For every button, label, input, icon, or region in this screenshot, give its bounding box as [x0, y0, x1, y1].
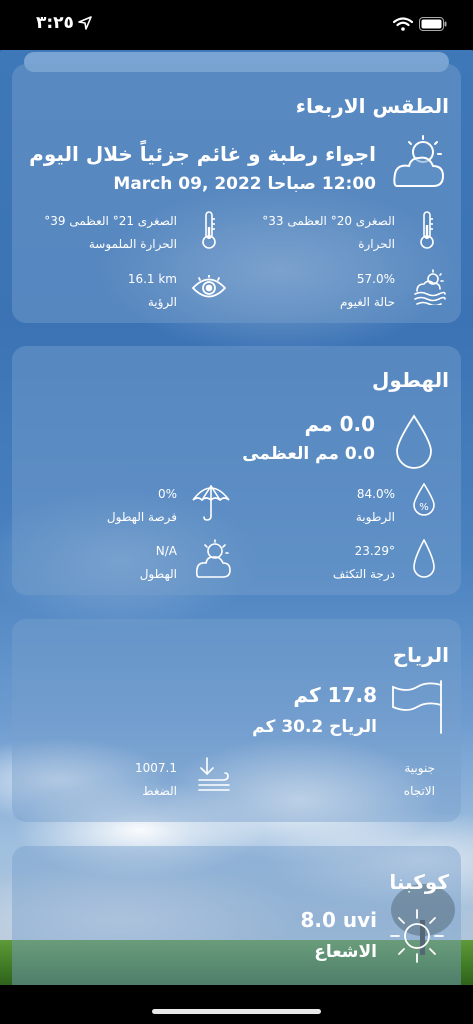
eye-icon — [191, 275, 227, 301]
card-title: الرياح — [392, 643, 449, 667]
planet-card[interactable]: كوكبنا 8.0 uvi الاشعاع — [12, 846, 461, 985]
wifi-icon — [392, 16, 414, 31]
precipitation-value: N/A — [155, 544, 177, 558]
cloud-cover-value: 57.0% — [356, 272, 395, 286]
sun-uv-icon — [387, 906, 447, 966]
weather-condition: اجواء رطبة و غائم جزئياً خلال اليوم — [29, 142, 376, 166]
pressure-value: 1007.1 — [135, 761, 177, 775]
feels-like-label: الحرارة الملموسة — [88, 237, 177, 251]
feels-like-thermometer-icon — [201, 211, 217, 249]
wind-direction-label: الاتجاه — [403, 784, 435, 798]
umbrella-icon — [191, 482, 231, 522]
sky-background: الطقس الاربعاء اجواء رطبة و غائم جزئياً … — [0, 40, 473, 985]
humidity-drop-icon: % — [413, 483, 435, 517]
card-title: كوكبنا — [389, 870, 449, 894]
partly-cloudy-icon — [387, 134, 447, 192]
uv-index-value: 8.0 uvi — [300, 908, 377, 932]
date-time: 12:00 صباحا March 09, 2022 — [113, 174, 376, 194]
pressure-gauge-icon — [197, 756, 231, 794]
feels-like-range: الصغرى 21° العظمى 39° — [44, 214, 177, 228]
location-arrow-icon — [78, 15, 92, 30]
rain-chance-value: 0% — [157, 487, 177, 501]
battery-icon — [419, 16, 447, 31]
wind-card[interactable]: الرياح 17.8 كم الرياح 30.2 كم جنوبية الا… — [12, 619, 461, 822]
raindrop-icon — [395, 414, 433, 470]
card-title: الطقس الاربعاء — [295, 94, 449, 118]
temperature-range: الصغرى 20° العظمى 33° — [262, 214, 395, 228]
wind-speed: 17.8 كم — [293, 683, 377, 707]
svg-text:%: % — [419, 502, 429, 513]
thermometer-icon — [419, 211, 435, 249]
visibility-label: الرؤية — [147, 295, 177, 309]
windsock-flag-icon — [389, 679, 447, 735]
dew-point-value: 23.29° — [354, 544, 395, 558]
status-bar: ٣:٢٥ — [0, 0, 473, 50]
cloud-fog-icon — [411, 269, 447, 305]
home-indicator[interactable] — [152, 1009, 321, 1014]
humidity-label: الرطوبة — [355, 510, 395, 524]
rain-chance-label: فرصة الهطول — [106, 510, 177, 524]
temperature-label: الحرارة — [358, 237, 395, 251]
precipitation-label: الهطول — [139, 567, 177, 581]
card-title: الهطول — [372, 368, 449, 392]
dew-point-drop-icon — [413, 539, 435, 579]
precipitation-amount: 0.0 مم — [304, 412, 375, 436]
humidity-value: 84.0% — [356, 487, 395, 501]
visibility-value: 16.1 km — [127, 272, 177, 286]
uv-index-label: الاشعاع — [314, 942, 377, 962]
cloud-cover-label: حالة الغيوم — [339, 295, 395, 309]
status-time: ٣:٢٥ — [36, 13, 74, 33]
wind-gust: الرياح 30.2 كم — [252, 717, 377, 737]
wind-direction-value: جنوبية — [404, 761, 435, 775]
precipitation-card[interactable]: الهطول 0.0 مم 0.0 مم العظمى % 84.0% الرط… — [12, 346, 461, 595]
current-weather-card[interactable]: الطقس الاربعاء اجواء رطبة و غائم جزئياً … — [12, 64, 461, 323]
partly-cloudy-small-icon — [193, 539, 231, 581]
pressure-label: الضغط — [142, 784, 177, 798]
dew-point-label: درجة التكثف — [332, 567, 395, 581]
precipitation-max: 0.0 مم العظمى — [242, 444, 375, 464]
